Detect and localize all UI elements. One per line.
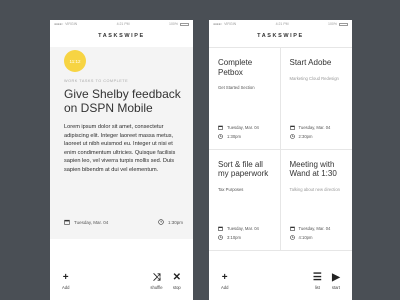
task-tile-subtitle: Marketing Cloud Redesign (289, 75, 339, 81)
phone-screen-task-detail: ●●●●○ VIRGIN 4:21 PM 100% TASKSWIPE 11:1… (50, 20, 193, 300)
status-bar: ●●●●○ VIRGIN 4:21 PM 100% (50, 20, 193, 28)
add-label: Add (221, 284, 229, 290)
task-tile[interactable]: Sort & file all my paperwork Tax Purpose… (209, 149, 281, 251)
plus-icon: + (221, 271, 228, 283)
list-label: list (314, 284, 320, 290)
task-tile[interactable]: Start Adobe Marketing Cloud Redesign Tue… (280, 48, 352, 150)
battery-label: 100% (169, 22, 178, 26)
task-tile[interactable]: Meeting with Wand at 1:30 Talking about … (280, 150, 352, 251)
task-tile-date: Tuesday, Mar. 04 (227, 226, 259, 231)
play-icon: ▶ (332, 271, 340, 283)
task-tile-subtitle: Tax Purposes (218, 186, 244, 192)
task-date: Tuesday, Mar. 04 (74, 219, 109, 225)
time-badge: 11:12 (64, 50, 86, 72)
task-meta: Tuesday, Mar. 04 1:30pm (64, 219, 183, 225)
calendar-icon (64, 219, 70, 225)
start-label: start (331, 284, 340, 290)
task-tile[interactable]: Complete Petbox Get Started Section Tues… (209, 48, 281, 150)
calendar-icon (289, 226, 295, 231)
stop-label: stop (172, 284, 181, 290)
add-label: Add (62, 284, 70, 290)
phone-screen-task-grid: ●●●●○ VIRGIN 4:21 PM 100% TASKSWIPE Comp… (209, 20, 352, 300)
task-tile-meta: Tuesday, Mar. 04 3:10pm (218, 222, 259, 240)
task-category: WORK TASKS TO COMPLETE (64, 79, 129, 83)
shuffle-label: shuffle (150, 284, 163, 290)
list-button[interactable]: ☰ list (312, 271, 322, 290)
clock-icon (218, 235, 223, 240)
carrier-label: VIRGIN (224, 22, 237, 26)
task-card[interactable]: 11:12 WORK TASKS TO COMPLETE Give Shelby… (50, 47, 193, 239)
task-tile-subtitle: Talking about new direction (289, 186, 341, 192)
clock-icon (218, 133, 223, 139)
task-description: Lorem ipsum dolor sit amet, consectetur … (64, 124, 176, 173)
battery-icon (179, 22, 189, 26)
task-tile-subtitle: Get Started Section (218, 85, 255, 90)
task-tile-title: Meeting with Wand at 1:30 (289, 159, 337, 179)
task-tile-title: Sort & file all my paperwork (218, 159, 269, 179)
task-tile-meta: Tuesday, Mar. 04 1:30pm (218, 121, 259, 139)
task-tile-title: Start Adobe (289, 58, 332, 67)
status-time: 4:21 PM (275, 22, 289, 26)
clock-icon (289, 133, 295, 139)
signal-icon: ●●●●○ (213, 22, 223, 26)
task-tile-time: 2:30pm (298, 133, 313, 139)
close-icon: ✕ (172, 271, 181, 283)
app-title: TASKSWIPE (257, 33, 304, 39)
start-button[interactable]: ▶ start (331, 271, 340, 290)
plus-icon: + (62, 271, 69, 283)
task-tile-time: 3:10pm (227, 235, 241, 240)
calendar-icon (218, 226, 223, 231)
task-tile-date: Tuesday, Mar. 04 (298, 226, 331, 231)
task-tile-meta: Tuesday, Mar. 04 2:30pm (289, 121, 331, 139)
task-grid: Complete Petbox Get Started Section Tues… (209, 47, 352, 251)
clock-icon (158, 219, 164, 225)
calendar-icon (218, 125, 223, 130)
add-button[interactable]: + Add (62, 271, 70, 290)
task-tile-meta: Tuesday, Mar. 04 4:10pm (289, 222, 331, 240)
status-time: 4:21 PM (116, 22, 130, 26)
app-title: TASKSWIPE (98, 33, 145, 39)
task-time: 1:30pm (167, 219, 183, 225)
carrier-label: VIRGIN (65, 22, 78, 26)
bottom-toolbar: + Add ⤨ shuffle ✕ stop (50, 268, 193, 294)
signal-icon: ●●●●○ (54, 22, 64, 26)
bottom-toolbar: + Add ☰ list ▶ start (209, 268, 352, 294)
task-tile-time: 4:10pm (298, 235, 313, 240)
task-tile-time: 1:30pm (227, 133, 241, 139)
clock-icon (289, 235, 295, 240)
list-icon: ☰ (312, 271, 322, 283)
task-tile-date: Tuesday, Mar. 04 (298, 124, 331, 130)
battery-icon (338, 22, 348, 26)
stop-button[interactable]: ✕ stop (172, 271, 181, 290)
shuffle-icon: ⤨ (152, 271, 161, 283)
battery-label: 100% (328, 22, 337, 26)
task-title: Give Shelby feedback on DSPN Mobile (64, 87, 181, 115)
add-button[interactable]: + Add (221, 271, 229, 290)
status-bar: ●●●●○ VIRGIN 4:21 PM 100% (209, 20, 352, 28)
shuffle-button[interactable]: ⤨ shuffle (150, 271, 163, 290)
task-tile-date: Tuesday, Mar. 04 (227, 124, 259, 130)
task-tile-title: Complete Petbox (218, 58, 253, 77)
calendar-icon (289, 125, 295, 130)
